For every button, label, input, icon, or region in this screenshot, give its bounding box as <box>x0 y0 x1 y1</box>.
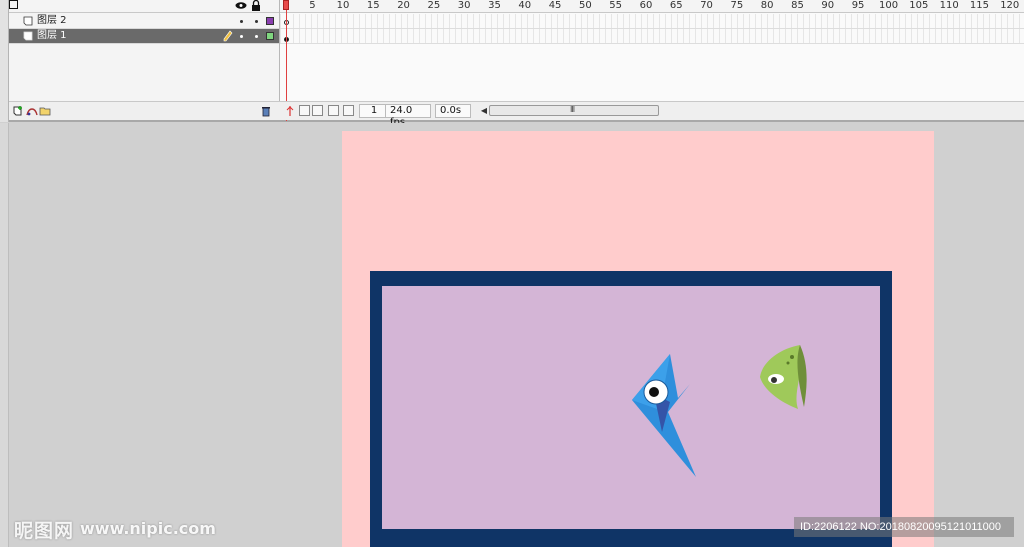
layer-color-swatch[interactable] <box>266 17 274 25</box>
playhead[interactable] <box>283 0 289 10</box>
ruler-number: 100 <box>879 0 899 11</box>
delete-layer-icon[interactable] <box>260 105 272 117</box>
visibility-dot[interactable] <box>240 20 243 23</box>
onion-skin-button[interactable] <box>299 105 310 116</box>
layer-icon <box>23 31 33 41</box>
scroll-grip: III <box>570 105 575 114</box>
timeline-footer: 1 24.0 fps 0.0s ◀ III <box>9 101 1024 128</box>
frames-area[interactable]: 5 10 15 20 25 30 35 40 45 50 55 60 65 70 75 80 85 90 95 100… <box>279 0 1024 121</box>
ruler-number: 30 <box>457 0 471 11</box>
layer-name[interactable]: 图层 2 <box>37 15 67 27</box>
frame-track-layer-1[interactable] <box>280 29 1024 44</box>
ruler-number: 75 <box>730 0 744 11</box>
ruler-number: 120 <box>1000 0 1020 11</box>
outline-icon[interactable] <box>9 0 18 9</box>
timeline-panel: 图层 2 图层 1 5 10 15 20 25 30 35 40 45 50 55 60 65 70 75 8… <box>0 0 1024 128</box>
visibility-dot[interactable] <box>240 35 243 38</box>
ruler-number: 65 <box>669 0 683 11</box>
ruler-number: 5 <box>309 0 316 11</box>
ruler-number: 115 <box>969 0 989 11</box>
watermark-url: www.nipic.com <box>80 519 216 538</box>
frame-rate-field[interactable]: 24.0 fps <box>385 104 431 128</box>
ruler-number: 25 <box>427 0 441 11</box>
ruler-number: 70 <box>700 0 713 11</box>
pencil-icon <box>223 30 233 42</box>
scroll-thumb[interactable]: III <box>489 105 659 116</box>
stage-area <box>0 123 1024 547</box>
watermark-logo: 昵图网 <box>14 520 75 542</box>
ruler-number: 90 <box>821 0 835 11</box>
edit-multiple-frames-button[interactable] <box>328 105 339 116</box>
frame-track-layer-2[interactable] <box>280 14 1024 29</box>
ruler-number: 10 <box>336 0 350 11</box>
ruler-number: 95 <box>851 0 865 11</box>
motion-guide-icon[interactable] <box>26 105 38 117</box>
ruler-number: 45 <box>548 0 562 11</box>
ruler-number: 85 <box>791 0 804 11</box>
green-fish[interactable] <box>758 343 808 413</box>
lock-icon[interactable] <box>251 0 261 11</box>
watermark-id: ID:2206122 NO:20180820095121011000 <box>794 517 1014 537</box>
modify-onion-markers-button[interactable] <box>343 105 354 116</box>
frame-ruler[interactable]: 5 10 15 20 25 30 35 40 45 50 55 60 65 70 75 80 85 90 95 100… <box>280 0 1024 13</box>
ruler-number: 20 <box>397 0 410 11</box>
timeline-scrollbar[interactable]: ◀ III <box>479 104 659 117</box>
layer-row-1[interactable]: 图层 1 <box>9 29 279 44</box>
lock-dot[interactable] <box>255 35 258 38</box>
onion-skin-outlines-button[interactable] <box>312 105 323 116</box>
ruler-number: 80 <box>760 0 774 11</box>
new-folder-icon[interactable] <box>39 105 51 117</box>
ruler-number: 50 <box>579 0 592 11</box>
layers-empty-area <box>9 45 279 101</box>
ruler-number: 60 <box>639 0 653 11</box>
eye-icon[interactable] <box>235 0 247 11</box>
panel-gutter <box>0 0 9 122</box>
layer-name[interactable]: 图层 1 <box>37 30 67 42</box>
layer-color-swatch[interactable] <box>266 32 274 40</box>
ruler-number: 35 <box>488 0 501 11</box>
ruler-number: 55 <box>609 0 623 11</box>
layers-header <box>9 0 279 13</box>
stage-canvas[interactable] <box>342 131 934 547</box>
lock-dot[interactable] <box>255 20 258 23</box>
layer-row-2[interactable]: 图层 2 <box>9 14 279 29</box>
elapsed-time-field: 0.0s <box>435 104 471 118</box>
center-frame-icon[interactable] <box>284 105 296 117</box>
stage-gutter <box>0 123 9 547</box>
ruler-number: 15 <box>366 0 380 11</box>
new-layer-icon[interactable] <box>12 105 24 117</box>
blue-angelfish[interactable] <box>630 352 700 480</box>
layer-icon <box>23 16 33 26</box>
ruler-number: 40 <box>518 0 532 11</box>
ruler-number: 105 <box>909 0 929 11</box>
ruler-number: 110 <box>939 0 959 11</box>
scroll-left-arrow-icon[interactable]: ◀ <box>479 105 489 116</box>
